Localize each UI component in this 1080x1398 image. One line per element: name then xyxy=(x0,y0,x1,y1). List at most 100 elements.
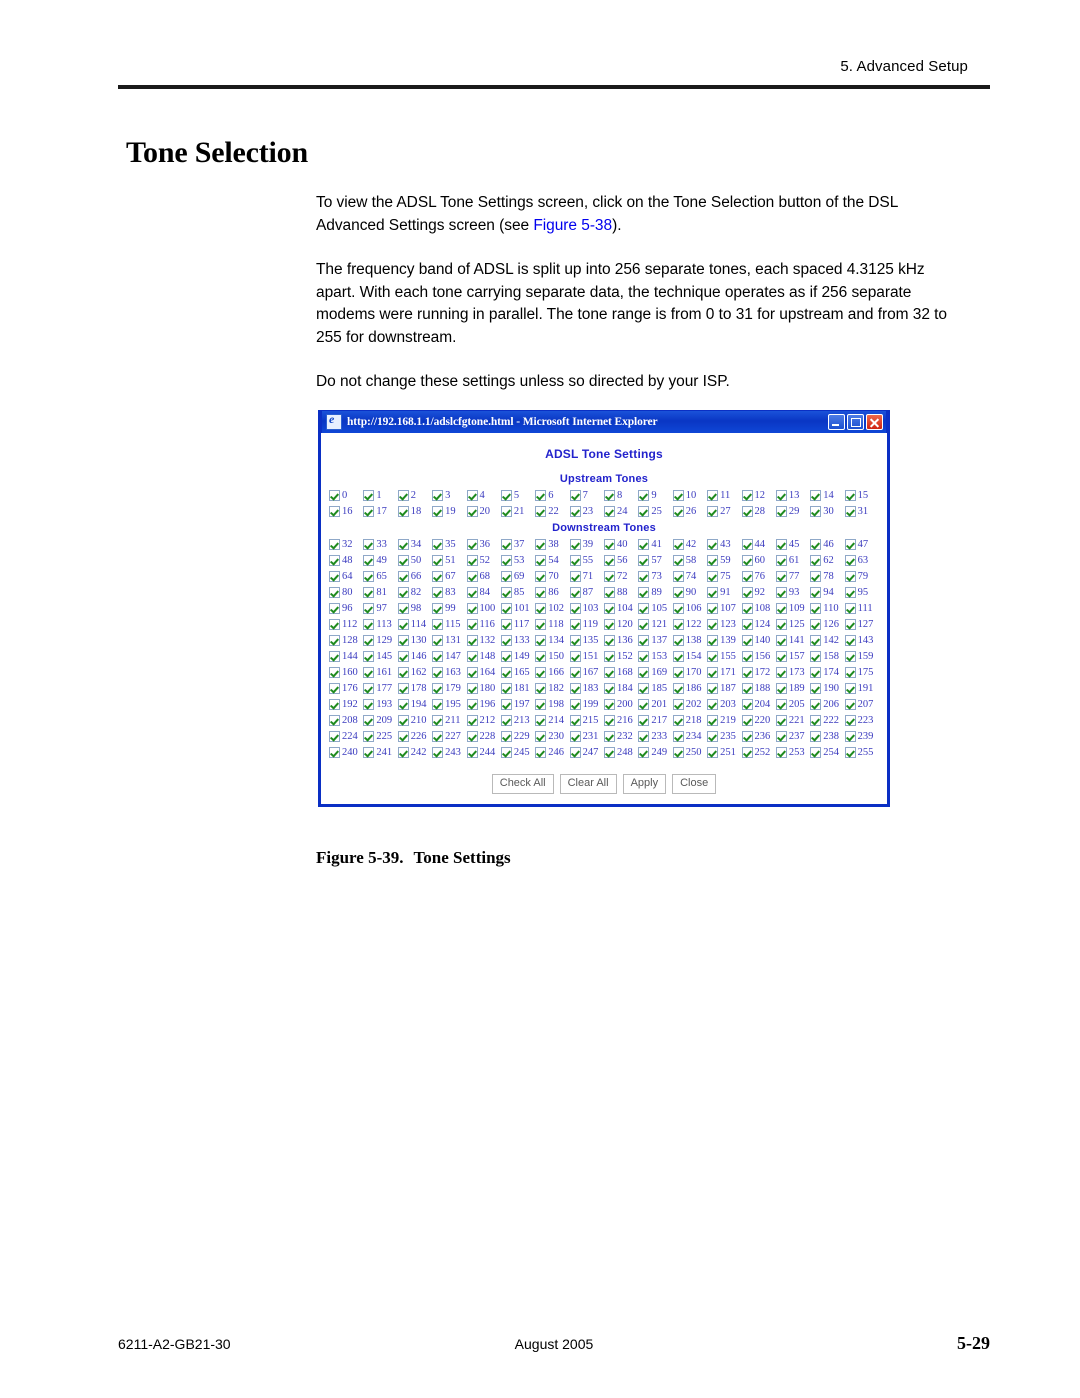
checkbox-checked-icon[interactable] xyxy=(397,619,409,630)
checkbox-checked-icon[interactable] xyxy=(844,699,856,710)
tone-checkbox-item[interactable]: 115 xyxy=(432,617,466,632)
tone-checkbox-item[interactable]: 142 xyxy=(810,633,844,648)
checkbox-checked-icon[interactable] xyxy=(775,506,787,517)
tone-checkbox-item[interactable]: 208 xyxy=(329,713,363,728)
checkbox-checked-icon[interactable] xyxy=(707,506,719,517)
tone-checkbox-item[interactable]: 251 xyxy=(707,745,741,760)
checkbox-checked-icon[interactable] xyxy=(638,571,650,582)
tone-checkbox-item[interactable]: 138 xyxy=(672,633,707,648)
checkbox-checked-icon[interactable] xyxy=(500,555,512,566)
checkbox-checked-icon[interactable] xyxy=(432,490,444,501)
tone-checkbox-item[interactable]: 95 xyxy=(844,585,879,600)
checkbox-checked-icon[interactable] xyxy=(535,699,547,710)
checkbox-checked-icon[interactable] xyxy=(707,699,719,710)
tone-checkbox-item[interactable]: 107 xyxy=(707,601,741,616)
tone-checkbox-item[interactable]: 234 xyxy=(672,729,707,744)
tone-checkbox-item[interactable]: 163 xyxy=(432,665,466,680)
checkbox-checked-icon[interactable] xyxy=(500,651,512,662)
checkbox-checked-icon[interactable] xyxy=(466,587,478,598)
tone-checkbox-item[interactable]: 129 xyxy=(363,633,397,648)
checkbox-checked-icon[interactable] xyxy=(535,619,547,630)
tone-checkbox-item[interactable]: 41 xyxy=(638,537,672,552)
tone-checkbox-item[interactable]: 162 xyxy=(397,665,432,680)
tone-checkbox-item[interactable]: 240 xyxy=(329,745,363,760)
tone-checkbox-item[interactable]: 153 xyxy=(638,649,672,664)
tone-checkbox-item[interactable]: 13 xyxy=(775,488,810,503)
tone-checkbox-item[interactable]: 15 xyxy=(844,488,879,503)
checkbox-checked-icon[interactable] xyxy=(604,506,615,517)
checkbox-checked-icon[interactable] xyxy=(500,587,512,598)
checkbox-checked-icon[interactable] xyxy=(569,603,581,614)
checkbox-checked-icon[interactable] xyxy=(500,571,512,582)
tone-checkbox-item[interactable]: 187 xyxy=(707,681,741,696)
checkbox-checked-icon[interactable] xyxy=(363,619,375,630)
tone-checkbox-item[interactable]: 60 xyxy=(741,553,776,568)
tone-checkbox-item[interactable]: 255 xyxy=(844,745,879,760)
checkbox-checked-icon[interactable] xyxy=(775,651,787,662)
checkbox-checked-icon[interactable] xyxy=(569,699,581,710)
checkbox-checked-icon[interactable] xyxy=(432,603,444,614)
tone-checkbox-item[interactable]: 137 xyxy=(638,633,672,648)
tone-checkbox-item[interactable]: 63 xyxy=(844,553,879,568)
apply-button[interactable]: Apply xyxy=(622,774,667,794)
tone-checkbox-item[interactable]: 195 xyxy=(432,697,466,712)
tone-checkbox-item[interactable]: 140 xyxy=(741,633,776,648)
tone-checkbox-item[interactable]: 124 xyxy=(741,617,776,632)
tone-checkbox-item[interactable]: 44 xyxy=(741,537,776,552)
tone-checkbox-item[interactable]: 14 xyxy=(810,488,844,503)
checkbox-checked-icon[interactable] xyxy=(775,699,787,710)
tone-checkbox-item[interactable]: 49 xyxy=(363,553,397,568)
tone-checkbox-item[interactable]: 159 xyxy=(844,649,879,664)
checkbox-checked-icon[interactable] xyxy=(397,651,409,662)
checkbox-checked-icon[interactable] xyxy=(535,635,547,646)
checkbox-checked-icon[interactable] xyxy=(363,506,375,517)
tone-checkbox-item[interactable]: 209 xyxy=(363,713,397,728)
tone-checkbox-item[interactable]: 206 xyxy=(810,697,844,712)
checkbox-checked-icon[interactable] xyxy=(741,555,753,566)
checkbox-checked-icon[interactable] xyxy=(604,635,615,646)
tone-checkbox-item[interactable]: 224 xyxy=(329,729,363,744)
tone-checkbox-item[interactable]: 30 xyxy=(810,504,844,519)
checkbox-checked-icon[interactable] xyxy=(535,539,547,550)
tone-checkbox-item[interactable]: 247 xyxy=(569,745,604,760)
tone-checkbox-item[interactable]: 218 xyxy=(672,713,707,728)
tone-checkbox-item[interactable]: 104 xyxy=(604,601,638,616)
checkbox-checked-icon[interactable] xyxy=(707,603,719,614)
checkbox-checked-icon[interactable] xyxy=(363,731,375,742)
tone-checkbox-item[interactable]: 31 xyxy=(844,504,879,519)
tone-checkbox-item[interactable]: 141 xyxy=(775,633,810,648)
checkbox-checked-icon[interactable] xyxy=(329,490,340,501)
checkbox-checked-icon[interactable] xyxy=(329,539,340,550)
checkbox-checked-icon[interactable] xyxy=(741,539,753,550)
tone-checkbox-item[interactable]: 48 xyxy=(329,553,363,568)
tone-checkbox-item[interactable]: 175 xyxy=(844,665,879,680)
tone-checkbox-item[interactable]: 180 xyxy=(466,681,501,696)
checkbox-checked-icon[interactable] xyxy=(397,603,409,614)
tone-checkbox-item[interactable]: 53 xyxy=(500,553,535,568)
checkbox-checked-icon[interactable] xyxy=(500,747,512,758)
checkbox-checked-icon[interactable] xyxy=(741,651,753,662)
tone-checkbox-item[interactable]: 127 xyxy=(844,617,879,632)
tone-checkbox-item[interactable]: 110 xyxy=(810,601,844,616)
tone-checkbox-item[interactable]: 252 xyxy=(741,745,776,760)
tone-checkbox-item[interactable]: 226 xyxy=(397,729,432,744)
tone-checkbox-item[interactable]: 37 xyxy=(500,537,535,552)
checkbox-checked-icon[interactable] xyxy=(500,506,512,517)
tone-checkbox-item[interactable]: 219 xyxy=(707,713,741,728)
checkbox-checked-icon[interactable] xyxy=(604,555,615,566)
tone-checkbox-item[interactable]: 17 xyxy=(363,504,397,519)
tone-checkbox-item[interactable]: 178 xyxy=(397,681,432,696)
tone-checkbox-item[interactable]: 16 xyxy=(329,504,363,519)
tone-checkbox-item[interactable]: 113 xyxy=(363,617,397,632)
checkbox-checked-icon[interactable] xyxy=(844,619,856,630)
checkbox-checked-icon[interactable] xyxy=(432,506,444,517)
checkbox-checked-icon[interactable] xyxy=(363,490,375,501)
tone-checkbox-item[interactable]: 18 xyxy=(397,504,432,519)
checkbox-checked-icon[interactable] xyxy=(638,747,650,758)
checkbox-checked-icon[interactable] xyxy=(363,635,375,646)
tone-checkbox-item[interactable]: 147 xyxy=(432,649,466,664)
checkbox-checked-icon[interactable] xyxy=(638,506,650,517)
checkbox-checked-icon[interactable] xyxy=(466,539,478,550)
tone-checkbox-item[interactable]: 62 xyxy=(810,553,844,568)
checkbox-checked-icon[interactable] xyxy=(741,587,753,598)
